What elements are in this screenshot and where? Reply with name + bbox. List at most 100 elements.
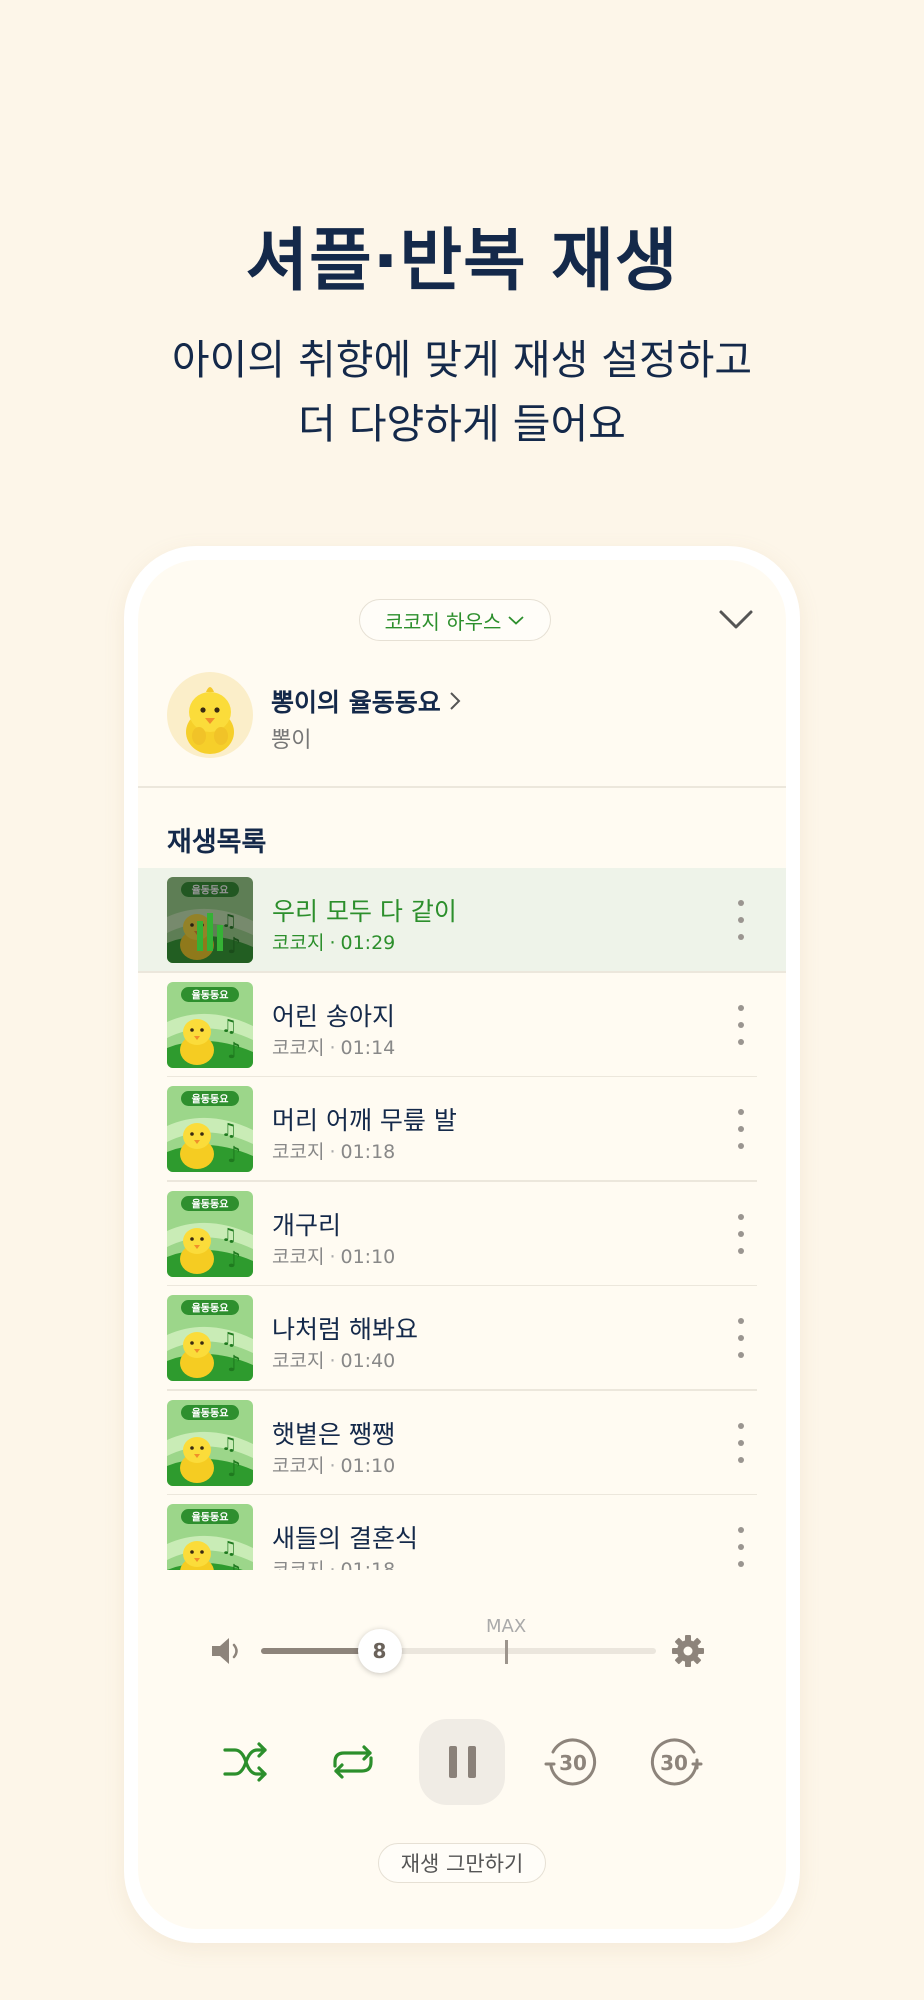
page-subline: 아이의 취향에 맞게 재생 설정하고 더 다양하게 들어요 (0, 328, 924, 456)
chevron-down-icon (719, 610, 753, 629)
thumb-badge: 율동동요 (192, 1198, 229, 1210)
page-headline: 셔플·반복 재생 (245, 222, 679, 301)
chevron-down-icon (508, 616, 524, 625)
song-row[interactable]: 율동동요 ♫ ♪ 어린 송아지 코코지 · 01:14 (138, 973, 786, 1077)
more-vertical-icon (738, 1021, 744, 1028)
shuffle-button[interactable] (216, 1732, 276, 1792)
song-meta: 코코지 · 01:14 (272, 1033, 395, 1060)
speaker-icon[interactable] (210, 1635, 246, 1667)
more-vertical-icon (738, 1230, 744, 1237)
song-row[interactable]: 율동동요 ♫ ♪ 우리 모두 다 같이 코코지·01:29 (138, 868, 786, 973)
pause-icon (467, 1746, 476, 1778)
song-duration: 01:18 (340, 1141, 396, 1163)
subline-line-2: 더 다양하게 들어요 (298, 400, 626, 448)
more-options-button[interactable] (734, 900, 748, 940)
volume-max-marker (504, 1640, 508, 1664)
meta-separator: · (329, 1559, 336, 1570)
song-artist: 코코지 (272, 1245, 325, 1268)
song-list[interactable]: 율동동요 ♫ ♪ 우리 모두 다 같이 코코지·01:29 율동동요 ♫ ♪ 어… (138, 868, 786, 1570)
song-duration: 01:14 (340, 1036, 396, 1059)
more-options-button[interactable] (734, 1213, 748, 1254)
rewind-30-icon: 30 (544, 1738, 597, 1786)
song-title: 우리 모두 다 같이 (272, 897, 457, 926)
song-artist: 코코지 (272, 1036, 325, 1059)
playlist-avatar (167, 672, 253, 758)
song-meta: 코코지 · 01:10 (272, 1451, 395, 1478)
song-duration: 01:29 (340, 932, 396, 954)
playlist-title-link[interactable]: 뽕이의 율동동요 (271, 683, 461, 719)
more-vertical-icon (738, 1456, 744, 1463)
forward-30-label: 30 (660, 1751, 688, 1775)
chevron-right-icon (450, 692, 461, 710)
song-row[interactable]: 율동동요 ♫ ♪ 머리 어깨 무릎 발 코코지 · 01:18 (138, 1077, 786, 1182)
more-vertical-icon (738, 1004, 744, 1011)
more-vertical-icon (738, 900, 744, 906)
song-title: 나처럼 해봐요 (272, 1315, 418, 1344)
album-art-icon: 율동동요 ♫ ♪ (167, 1399, 253, 1486)
more-vertical-icon (738, 1335, 744, 1341)
repeat-icon (333, 1745, 373, 1779)
rewind-30-button[interactable]: 30 (541, 1732, 601, 1792)
more-vertical-icon (738, 1126, 744, 1132)
svg-text:♪: ♪ (227, 1352, 241, 1377)
more-vertical-icon (738, 1527, 744, 1533)
meta-separator: · (329, 1036, 336, 1059)
more-vertical-icon (738, 1143, 744, 1149)
more-vertical-icon (738, 917, 744, 923)
rewind-30-label: 30 (559, 1751, 587, 1775)
song-thumbnail: 율동동요 ♫ ♪ (167, 1086, 253, 1172)
thumb-badge: 율동동요 (192, 989, 229, 1001)
song-meta: 코코지 · 01:18 (272, 1137, 395, 1164)
playlist-title: 뽕이의 율동동요 (271, 688, 441, 717)
more-options-button[interactable] (734, 1004, 748, 1045)
song-artist: 코코지 (272, 1559, 325, 1570)
more-vertical-icon (738, 1109, 744, 1115)
album-art-icon: 율동동요 ♫ ♪ (167, 1295, 253, 1381)
more-options-button[interactable] (734, 1109, 748, 1149)
more-vertical-icon (738, 1213, 744, 1220)
stop-playback-button[interactable]: 재생 그만하기 (378, 1843, 546, 1883)
volume-knob[interactable]: 8 (357, 1629, 402, 1673)
more-vertical-icon (738, 1544, 744, 1550)
svg-text:♪: ♪ (227, 1248, 241, 1273)
collapse-player-button[interactable] (716, 604, 756, 634)
song-duration: 01:10 (340, 1454, 396, 1477)
album-art-icon: 율동동요 ♫ ♪ (167, 981, 253, 1068)
svg-text:♪: ♪ (227, 1143, 241, 1168)
shuffle-icon (223, 1742, 267, 1782)
song-row[interactable]: 율동동요 ♫ ♪ 나처럼 해봐요 코코지 · 01:40 (138, 1286, 786, 1391)
album-art-icon: 율동동요 ♫ ♪ (167, 1504, 253, 1570)
volume-max-label: MAX (486, 1616, 527, 1637)
song-title: 어린 송아지 (272, 1001, 395, 1031)
house-selector[interactable]: 코코지 하우스 (359, 599, 551, 641)
song-meta: 코코지 · 01:40 (272, 1346, 395, 1373)
playlist-section-title: 재생목록 (167, 827, 267, 858)
song-row[interactable]: 율동동요 ♫ ♪ 개구리 코코지 · 01:10 (138, 1182, 786, 1286)
pause-button[interactable] (419, 1719, 505, 1805)
thumb-badge: 율동동요 (192, 1512, 229, 1524)
svg-text:♪: ♪ (227, 1457, 241, 1482)
forward-30-button[interactable]: 30 (646, 1732, 706, 1792)
thumb-badge: 율동동요 (192, 1303, 229, 1315)
song-title: 햇볕은 쨍쨍 (272, 1419, 395, 1449)
song-title: 새들의 결혼식 (272, 1524, 418, 1553)
song-title: 머리 어깨 무릎 발 (272, 1106, 457, 1135)
gear-icon[interactable] (671, 1634, 705, 1668)
header-divider (138, 786, 786, 788)
chick-character-icon (186, 687, 234, 754)
more-vertical-icon (738, 1038, 744, 1045)
more-options-button[interactable] (734, 1318, 748, 1358)
song-row[interactable]: 율동동요 ♫ ♪ 햇볕은 쨍쨍 코코지 · 01:10 (138, 1391, 786, 1495)
more-vertical-icon (738, 1352, 744, 1358)
song-duration: 01:18 (340, 1559, 396, 1570)
song-artist: 코코지 (272, 1454, 325, 1477)
repeat-button[interactable] (323, 1732, 383, 1792)
song-thumbnail: 율동동요 ♫ ♪ (167, 981, 253, 1068)
song-row[interactable]: 율동동요 ♫ ♪ 새들의 결혼식 코코지 · 01:18 (138, 1495, 786, 1570)
pause-icon (448, 1746, 457, 1778)
more-vertical-icon (738, 1247, 744, 1254)
more-options-button[interactable] (734, 1527, 748, 1567)
more-options-button[interactable] (734, 1422, 748, 1463)
song-duration: 01:10 (340, 1245, 396, 1268)
subline-line-1: 아이의 취향에 맞게 재생 설정하고 (171, 336, 753, 384)
